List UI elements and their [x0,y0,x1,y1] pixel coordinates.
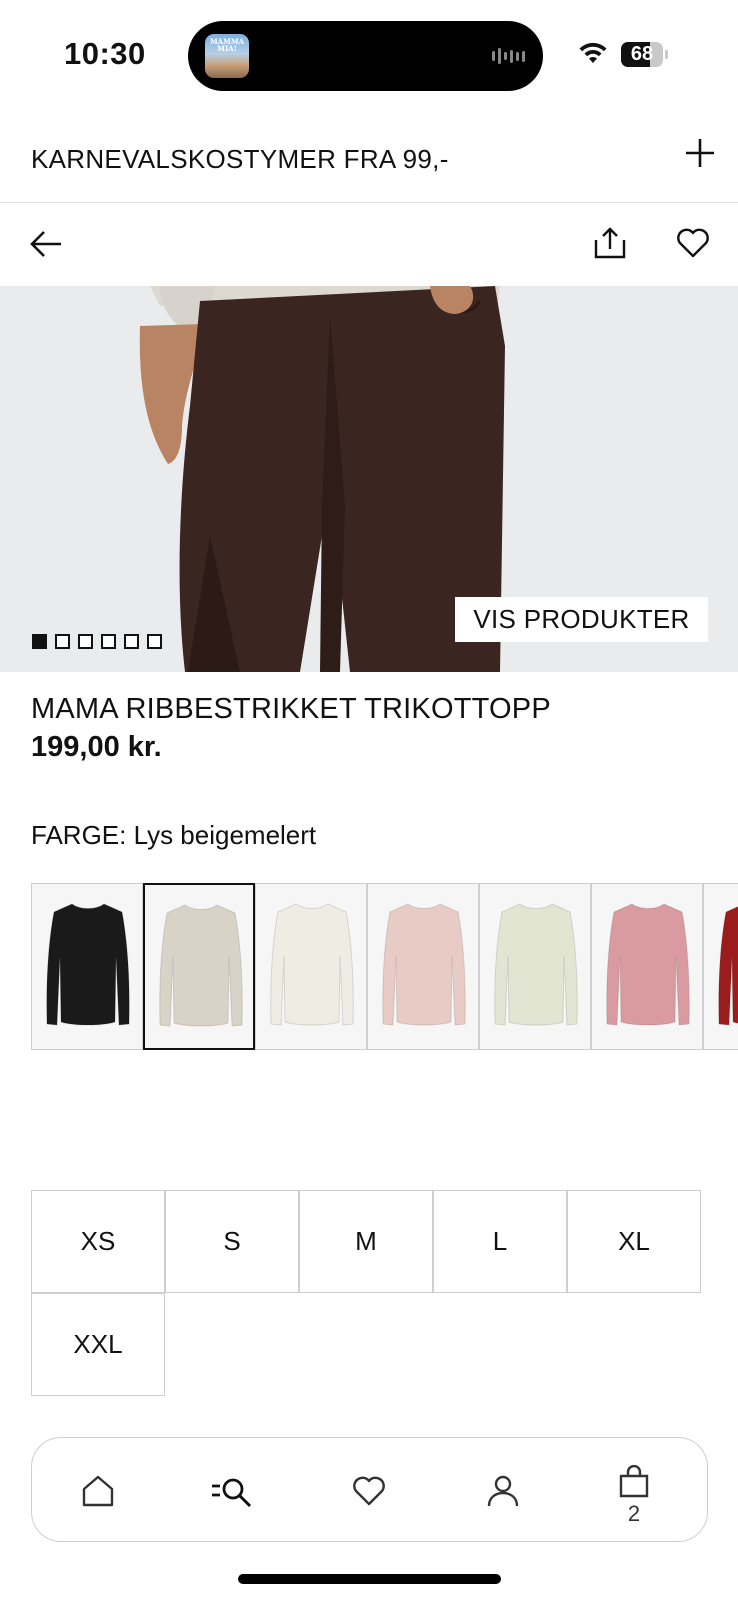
color-swatches[interactable] [31,883,738,1050]
heart-icon [677,228,709,258]
share-icon [594,227,626,259]
nav-home[interactable] [58,1438,138,1543]
share-button[interactable] [589,222,631,264]
color-swatch[interactable] [255,883,367,1050]
shirt-thumbnail [606,903,690,1026]
status-time: 10:30 [64,36,146,71]
pagination-dot[interactable] [32,634,47,649]
size-option[interactable]: XL [567,1190,701,1293]
shirt-thumbnail [494,903,578,1026]
nav-favorites[interactable] [329,1438,409,1543]
image-pagination [32,634,162,649]
promo-text: KARNEVALSKOSTYMER FRA 99,- [31,144,449,174]
color-swatch[interactable] [591,883,703,1050]
arrow-left-icon [30,231,61,257]
now-playing-artwork: MAMMA MIA! [205,34,249,78]
bottom-navigation: 2 [31,1437,708,1542]
promo-banner[interactable]: KARNEVALSKOSTYMER FRA 99,- [0,110,738,203]
color-swatch[interactable] [143,883,255,1050]
nav-cart[interactable]: 2 [594,1438,674,1543]
pagination-dot[interactable] [55,634,70,649]
favorite-button[interactable] [672,222,714,264]
pagination-dot[interactable] [78,634,93,649]
nav-search[interactable] [192,1438,272,1543]
color-label: FARGE: Lys beigemelert [31,820,317,850]
battery-indicator: 68 [621,42,668,67]
color-swatch[interactable] [31,883,143,1050]
battery-level: 68 [630,43,654,65]
color-swatch[interactable] [703,883,738,1050]
color-swatch[interactable] [367,883,479,1050]
home-icon [82,1475,114,1506]
shirt-thumbnail [718,906,738,1026]
search-icon [212,1478,252,1507]
account-icon [487,1475,519,1506]
shirt-thumbnail [382,903,466,1026]
home-indicator[interactable] [238,1574,501,1584]
pagination-dot[interactable] [147,634,162,649]
now-playing-artwork-title: MAMMA MIA! [209,37,245,53]
size-option[interactable]: XXL [31,1293,165,1396]
size-option[interactable]: XS [31,1190,165,1293]
nav-account[interactable] [463,1438,543,1543]
product-price: 199,00 kr. [31,731,162,763]
shirt-thumbnail [159,904,243,1027]
status-bar: 10:30 MAMMA MIA! 68 [0,0,738,110]
plus-icon[interactable] [684,137,716,169]
shirt-thumbnail [270,903,354,1026]
product-name: MAMA RIBBESTRIKKET TRIKOTTOPP [31,693,551,725]
wifi-icon [578,41,608,70]
dynamic-island[interactable]: MAMMA MIA! [188,21,543,91]
pagination-dot[interactable] [124,634,139,649]
shirt-thumbnail [46,903,130,1026]
back-button[interactable] [26,224,66,264]
size-option[interactable]: S [165,1190,299,1293]
pagination-dot[interactable] [101,634,116,649]
show-products-button[interactable]: VIS PRODUKTER [455,597,708,642]
color-swatch[interactable] [479,883,591,1050]
heart-icon [353,1476,385,1505]
bag-icon [619,1464,649,1497]
product-header [0,204,738,286]
size-option[interactable]: M [299,1190,433,1293]
cart-count: 2 [627,1501,641,1526]
size-option[interactable]: L [433,1190,567,1293]
audio-waveform-icon [492,48,525,64]
